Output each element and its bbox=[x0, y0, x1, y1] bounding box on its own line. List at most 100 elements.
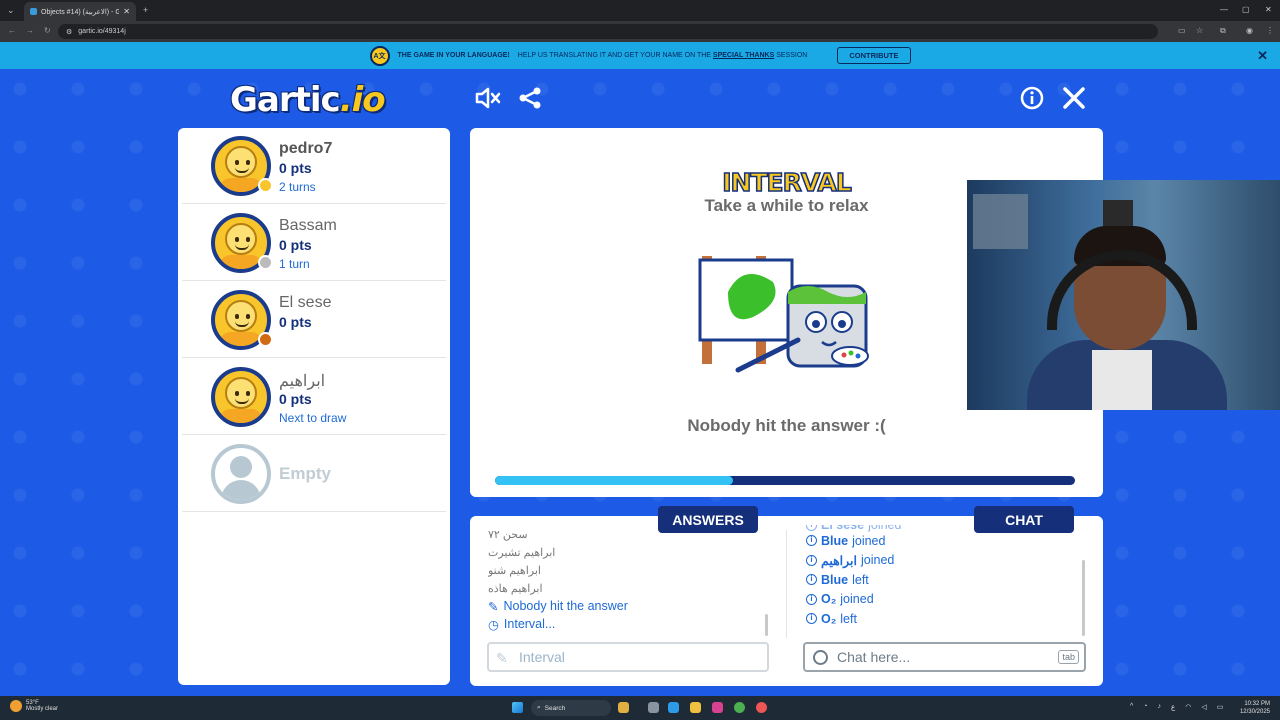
volume-icon[interactable]: ◁ bbox=[1201, 703, 1206, 711]
panel-divider bbox=[786, 530, 787, 638]
taskbar-search[interactable]: ⌕ Search bbox=[531, 700, 611, 716]
file-explorer-icon[interactable] bbox=[618, 702, 629, 713]
tab-list-icon[interactable]: ⌄ bbox=[7, 5, 15, 16]
network-icon[interactable]: ◔ bbox=[1143, 703, 1147, 711]
empty-slot: Empty bbox=[182, 436, 446, 512]
chat-row: i Blue joined bbox=[806, 531, 1076, 551]
back-icon[interactable]: ← bbox=[8, 26, 16, 35]
chat-row: i O₂ joined bbox=[806, 590, 1076, 610]
wifi-icon[interactable]: ◠ bbox=[1185, 703, 1191, 711]
player-points: 0 pts bbox=[279, 314, 312, 330]
battery-icon[interactable]: ▭ bbox=[1217, 703, 1224, 711]
taskbar-search-icon: ⌕ bbox=[537, 704, 541, 711]
windows-taskbar: 53°F Mostly clear ⌕ Search ^ ◔ ♪ ع ◠ ◁ ▭… bbox=[0, 696, 1280, 720]
edge-icon[interactable] bbox=[668, 702, 679, 713]
cast-icon[interactable]: ▭ bbox=[1178, 26, 1186, 35]
answer-row: ابراهيم شنو bbox=[488, 564, 541, 577]
empty-slot-label: Empty bbox=[279, 464, 331, 483]
banner-close-icon[interactable]: ✕ bbox=[1257, 48, 1268, 64]
system-answer-row: ✎ Nobody hit the answer bbox=[488, 599, 628, 614]
gartic-logo: Gartic.io bbox=[230, 80, 386, 120]
app-icon[interactable] bbox=[712, 702, 723, 713]
answer-row: ابراهيم هاذه bbox=[488, 582, 543, 595]
player-name: ابراهيم bbox=[279, 373, 326, 390]
obs-icon[interactable] bbox=[756, 702, 767, 713]
start-icon[interactable] bbox=[512, 702, 523, 713]
player-card[interactable]: ابراهيم 0 pts Next to draw bbox=[182, 359, 446, 435]
round-result-message: Nobody hit the answer :( bbox=[687, 416, 886, 435]
browser-tab-strip: ⌄ Objects #14) (الاعربية) - Gartic.io ✕ … bbox=[0, 0, 1280, 21]
player-extra: 1 turn bbox=[279, 257, 310, 271]
maximize-icon[interactable]: ▢ bbox=[1242, 5, 1250, 14]
close-game-icon[interactable] bbox=[1060, 84, 1088, 112]
task-view-icon[interactable] bbox=[648, 702, 659, 713]
bookmark-star-icon[interactable]: ☆ bbox=[1196, 26, 1203, 35]
weather-icon bbox=[10, 700, 22, 712]
answer-input[interactable]: ✎ Interval bbox=[487, 642, 769, 672]
webcam-poster bbox=[973, 194, 1028, 249]
empty-avatar-icon bbox=[211, 444, 271, 504]
chat-input[interactable]: Chat here... tab bbox=[803, 642, 1086, 672]
info-icon: i bbox=[806, 593, 817, 605]
browser-tab[interactable]: Objects #14) (الاعربية) - Gartic.io ✕ bbox=[24, 2, 136, 21]
clock-time: 10:32 PM bbox=[1244, 701, 1270, 707]
round-timer-bar bbox=[495, 476, 1075, 485]
answers-scrollbar[interactable] bbox=[765, 614, 768, 636]
weather-widget[interactable]: 53°F Mostly clear bbox=[10, 700, 58, 712]
info-icon: i bbox=[806, 554, 817, 566]
browser-menu-icon[interactable]: ⋮ bbox=[1266, 26, 1274, 35]
system-row-icon: ✎ bbox=[488, 599, 499, 614]
player-points: 0 pts bbox=[279, 391, 312, 407]
sound-mute-icon[interactable] bbox=[474, 84, 502, 112]
info-icon: i bbox=[806, 525, 817, 531]
window-close-icon[interactable]: ✕ bbox=[1265, 5, 1272, 14]
player-name: pedro7 bbox=[279, 140, 333, 157]
chat-scrollbar[interactable] bbox=[1082, 560, 1085, 636]
status-dot-icon bbox=[258, 255, 273, 270]
chat-row: iEl sesejoined bbox=[806, 525, 1076, 532]
player-card[interactable]: pedro7 0 pts 2 turns bbox=[182, 128, 446, 204]
url-bar[interactable]: ⚙ gartic.io/49314j bbox=[58, 24, 1158, 39]
clock-date: 12/30/2025 bbox=[1239, 709, 1270, 715]
gartic-favicon-icon bbox=[30, 8, 37, 15]
chrome-icon[interactable] bbox=[734, 702, 745, 713]
minimize-icon[interactable]: — bbox=[1220, 5, 1228, 14]
new-tab-icon[interactable]: + bbox=[143, 5, 148, 15]
pencil-icon: ✎ bbox=[496, 650, 508, 666]
clock[interactable]: 10:32 PM 12/30/2025 bbox=[1240, 700, 1270, 716]
player-extra: Next to draw bbox=[279, 411, 347, 425]
chat-row: i ابراهيم joined bbox=[806, 551, 1076, 571]
reload-icon[interactable]: ↻ bbox=[44, 26, 51, 35]
extensions-icon[interactable]: ⧉ bbox=[1220, 26, 1226, 36]
answer-input-placeholder: Interval bbox=[519, 649, 565, 665]
player-points: 0 pts bbox=[279, 160, 312, 176]
paint-bucket-easel-icon bbox=[698, 256, 869, 373]
mic-icon[interactable]: ♪ bbox=[1158, 703, 1162, 711]
answers-list: سحن ٧٢ ابراهيم تشيرت ابراهيم شنو ابراهيم ها… bbox=[488, 525, 778, 635]
info-icon[interactable] bbox=[1018, 84, 1046, 112]
language-icon[interactable]: ع bbox=[1171, 703, 1175, 711]
timer-fill bbox=[495, 476, 733, 485]
player-extra: 2 turns bbox=[279, 180, 316, 194]
answer-row: سحن ٧٢ bbox=[488, 528, 528, 541]
weather-desc: Mostly clear bbox=[26, 706, 59, 712]
player-card[interactable]: Bassam 0 pts 1 turn bbox=[182, 205, 446, 281]
webcam-person-shirt bbox=[1092, 350, 1152, 410]
forward-icon[interactable]: → bbox=[26, 26, 34, 35]
contribute-button[interactable]: CONTRIBUTE bbox=[837, 47, 911, 64]
tab-close-icon[interactable]: ✕ bbox=[123, 7, 130, 16]
chat-input-placeholder: Chat here... bbox=[837, 649, 911, 665]
chat-row: i Blue left bbox=[806, 570, 1076, 590]
site-info-icon[interactable]: ⚙ bbox=[66, 28, 72, 36]
folder-icon[interactable] bbox=[690, 702, 701, 713]
translate-icon: A文 bbox=[369, 45, 390, 66]
info-icon: i bbox=[806, 574, 817, 586]
player-card[interactable]: El sese 0 pts bbox=[182, 282, 446, 358]
profile-icon[interactable]: ◉ bbox=[1246, 26, 1253, 35]
status-dot-icon bbox=[258, 332, 273, 347]
share-icon[interactable] bbox=[516, 84, 544, 112]
player-name: El sese bbox=[279, 294, 332, 311]
info-icon: i bbox=[806, 613, 817, 625]
tray-chevron-icon[interactable]: ^ bbox=[1130, 703, 1133, 711]
system-row-icon: ◷ bbox=[488, 617, 499, 632]
